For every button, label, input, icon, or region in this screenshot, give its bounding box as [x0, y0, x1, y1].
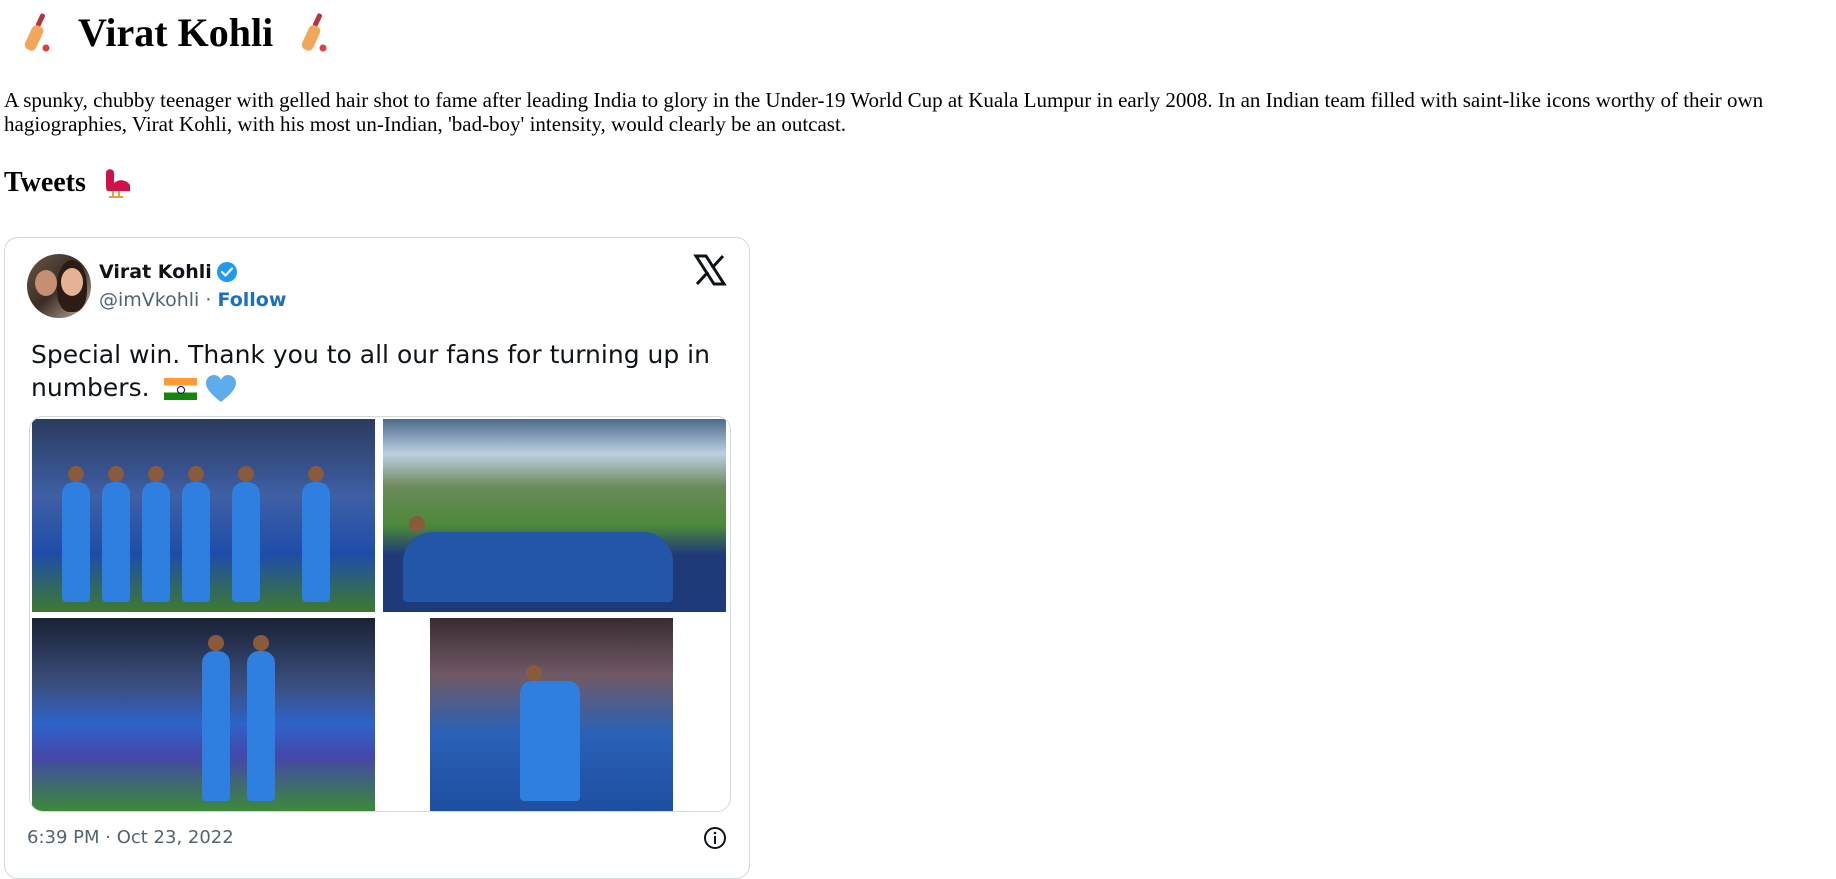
tweets-heading-row: Tweets: [4, 164, 1832, 202]
x-logo-icon[interactable]: [693, 254, 727, 286]
avatar[interactable]: [27, 254, 91, 318]
page-title: Virat Kohli: [78, 10, 274, 55]
tweet-photo-team-celebration[interactable]: [32, 419, 375, 612]
author-handle[interactable]: @imVkohli: [99, 289, 199, 311]
handle-row: @imVkohli · Follow: [99, 289, 286, 311]
title-row: Virat Kohli: [4, 0, 1832, 66]
tweet-header: Virat Kohli @imVkohli · Follow: [27, 254, 286, 318]
tweets-heading: Tweets: [4, 167, 86, 198]
info-icon[interactable]: [703, 826, 727, 850]
tweet-photo-team-huddle[interactable]: [383, 419, 726, 612]
tweet-text: Special win. Thank you to all our fans f…: [31, 338, 721, 404]
tweet-photo-batters-walking[interactable]: [32, 618, 375, 811]
verified-badge-icon: [216, 262, 237, 282]
tweet-photo-kohli-celebrating[interactable]: [430, 618, 673, 811]
author-name[interactable]: Virat Kohli: [99, 261, 212, 283]
india-flag-icon: [163, 378, 197, 400]
cricket-bat-icon: [24, 13, 50, 52]
follow-button[interactable]: Follow: [217, 289, 286, 311]
bird-icon: [105, 169, 130, 198]
separator-dot: ·: [205, 289, 212, 311]
blue-heart-icon: [206, 375, 237, 402]
intro-paragraph: A spunky, chubby teenager with gelled ha…: [4, 88, 1764, 136]
user-block: Virat Kohli @imVkohli · Follow: [99, 261, 286, 311]
tweet-text-body: Special win. Thank you to all our fans f…: [31, 340, 710, 402]
tweet-card[interactable]: Virat Kohli @imVkohli · Follow Special w…: [4, 237, 750, 879]
tweet-timestamp[interactable]: 6:39 PM · Oct 23, 2022: [27, 827, 234, 848]
user-name-row: Virat Kohli: [99, 261, 286, 283]
tweet-media-grid[interactable]: [29, 416, 731, 812]
page: Virat Kohli A spunky, chubby teenager wi…: [0, 0, 1836, 879]
cricket-bat-icon: [301, 13, 327, 52]
